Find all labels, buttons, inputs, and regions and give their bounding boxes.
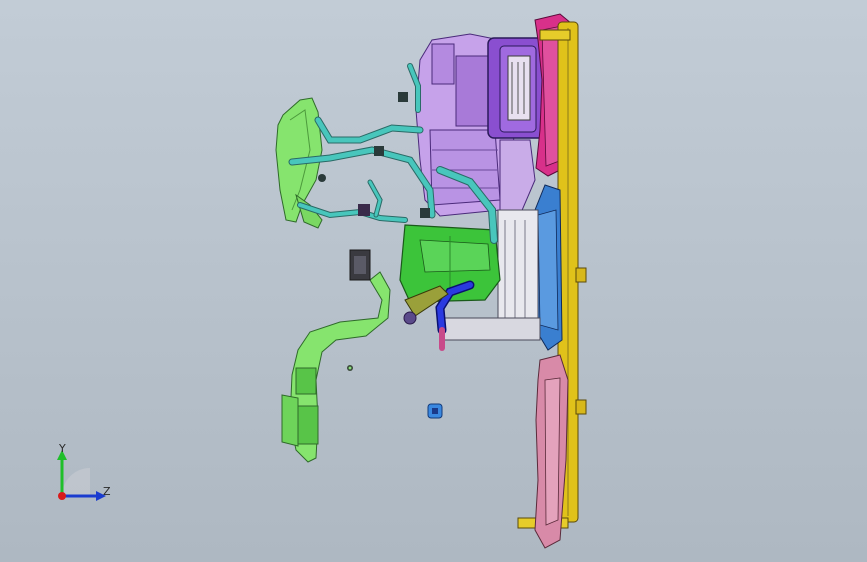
small-clip[interactable]: [347, 365, 353, 371]
x-axis-dot: [58, 492, 66, 500]
triad-graphic: [57, 450, 106, 501]
blue-clip[interactable]: [427, 403, 443, 419]
assembly-model[interactable]: [0, 0, 867, 562]
tank-mount[interactable]: [349, 249, 371, 281]
z-axis-label: Z: [103, 485, 111, 498]
left-lower-bracket[interactable]: [281, 271, 391, 463]
cad-viewport[interactable]: Y Z: [0, 0, 867, 562]
y-axis-label: Y: [59, 442, 66, 455]
orientation-triad: Y Z: [40, 436, 130, 516]
